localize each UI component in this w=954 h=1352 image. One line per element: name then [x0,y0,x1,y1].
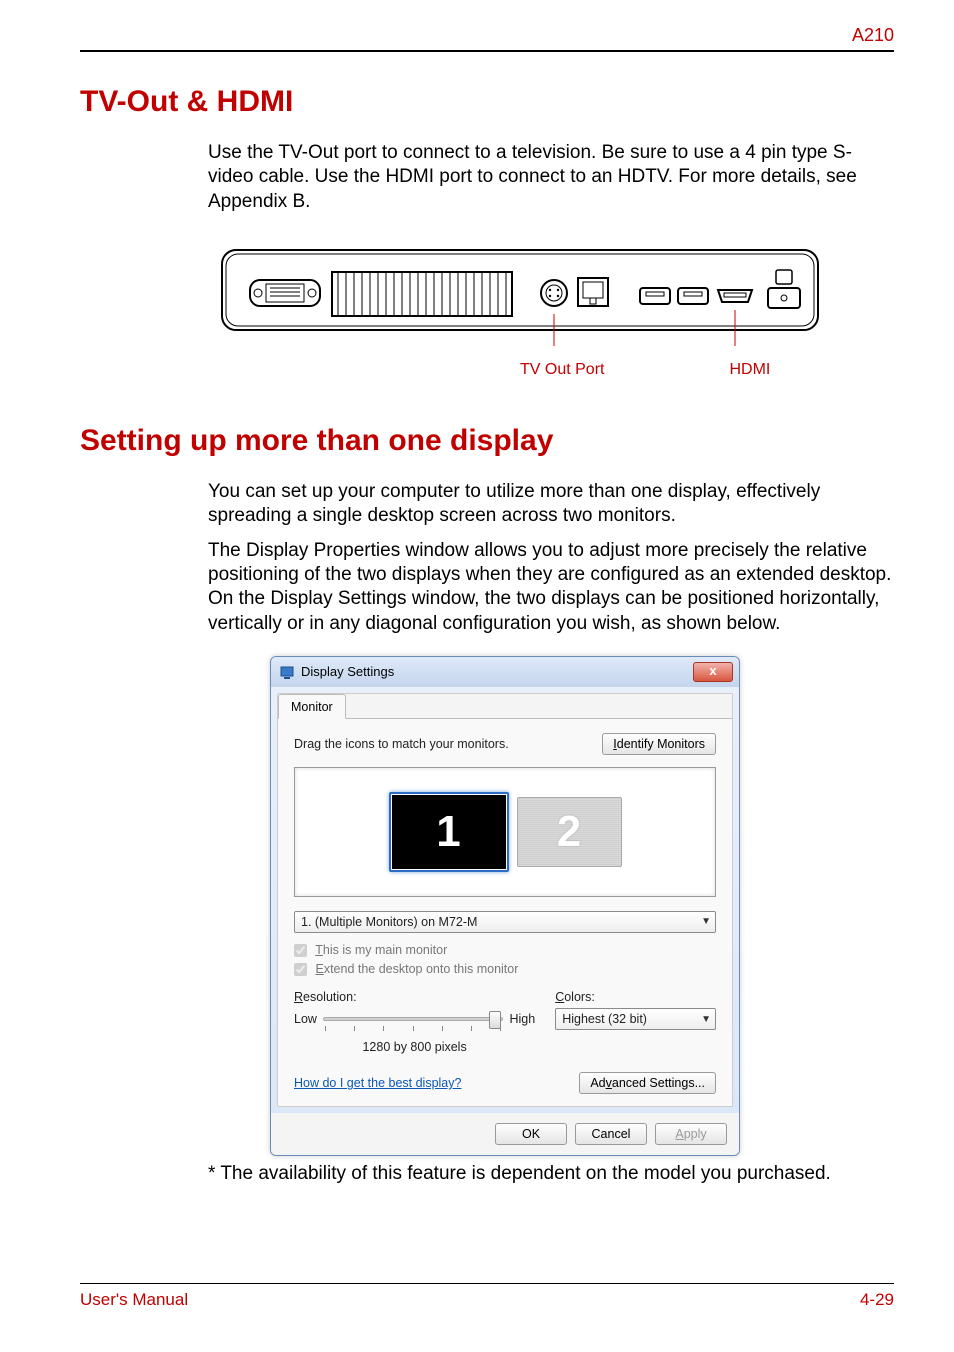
window-icon [279,664,295,680]
footer-left: User's Manual [80,1290,188,1310]
para-tvout: Use the TV-Out port to connect to a tele… [208,141,894,214]
para-multi-2: The Display Properties window allows you… [208,539,894,636]
main-monitor-checkbox[interactable]: This is my main monitor [294,941,716,960]
dropdown-arrow-icon: ▼ [701,1014,711,1025]
colors-label: Colors: [555,990,716,1004]
dialog-title: Display Settings [301,664,394,679]
monitor-arrangement-area[interactable]: 1 2 [294,767,716,897]
cancel-button[interactable]: Cancel [575,1123,647,1145]
colors-value: Highest (32 bit) [562,1012,647,1026]
dropdown-arrow-icon: ▼ [701,916,711,927]
header-rule [80,50,894,52]
monitor-2-icon[interactable]: 2 [517,797,622,867]
extend-desktop-checkbox[interactable]: Extend the desktop onto this monitor [294,960,716,979]
heading-tvout-hdmi: TV-Out & HDMI [80,85,894,119]
resolution-value: 1280 by 800 pixels [294,1040,535,1054]
monitor-select-value: 1. (Multiple Monitors) on M72-M [301,915,477,929]
advanced-settings-button[interactable]: Advanced Settings... [579,1072,716,1094]
slider-high-label: High [509,1012,535,1026]
colors-dropdown[interactable]: Highest (32 bit) ▼ [555,1008,716,1030]
monitor-1-icon[interactable]: 1 [389,792,509,872]
ok-button[interactable]: OK [495,1123,567,1145]
para-multi-1: You can set up your computer to utilize … [208,480,894,529]
identify-monitors-button[interactable]: Identify Monitors [602,733,716,755]
resolution-label: Resolution: [294,990,535,1004]
resolution-slider[interactable] [323,1008,504,1030]
help-link[interactable]: How do I get the best display? [294,1076,461,1090]
dialog-titlebar[interactable]: Display Settings x [271,657,739,687]
main-monitor-checkbox-input[interactable] [294,944,307,957]
tab-strip: Monitor [278,694,732,719]
drag-instruction: Drag the icons to match your monitors. [294,737,509,751]
monitor-select-dropdown[interactable]: 1. (Multiple Monitors) on M72-M ▼ [294,911,716,933]
footer-right: 4-29 [860,1290,894,1310]
tv-out-port-label: TV Out Port [520,361,604,379]
tab-monitor[interactable]: Monitor [278,694,346,719]
heading-multi-display: Setting up more than one display [80,424,894,458]
model-label: A210 [852,25,894,46]
hdmi-label: HDMI [729,361,770,379]
footer-rule [80,1283,894,1284]
display-settings-dialog: Display Settings x Monitor Drag the icon… [270,656,740,1157]
extend-desktop-checkbox-input[interactable] [294,963,307,976]
close-button[interactable]: x [693,662,733,682]
slider-thumb[interactable] [489,1011,501,1029]
slider-low-label: Low [294,1012,317,1026]
apply-button[interactable]: Apply [655,1123,727,1145]
availability-note: * The availability of this feature is de… [208,1162,894,1186]
laptop-ports-diagram: TV Out Port HDMI [220,242,894,379]
